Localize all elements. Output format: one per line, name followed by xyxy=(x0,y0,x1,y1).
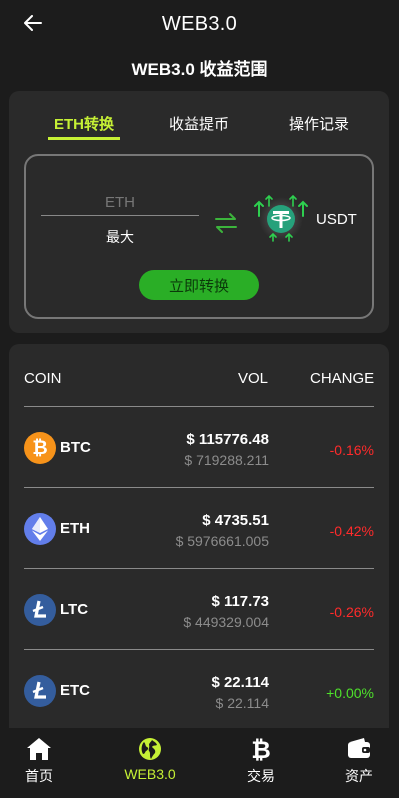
column-header-change: CHANGE xyxy=(310,370,375,387)
convert-card: ETH转换 收益提币 操作记录 最大 xyxy=(9,91,389,333)
max-button[interactable]: 最大 xyxy=(41,227,199,247)
coin-volume: $ 719288.211 xyxy=(184,452,269,468)
market-row[interactable]: ETH $ 4735.51 $ 5976661.005 -0.42% xyxy=(9,488,389,569)
coin-volume: $ 449329.004 xyxy=(183,614,269,630)
market-row[interactable]: ₿ BTC $ 115776.48 $ 719288.211 -0.16% xyxy=(9,407,389,488)
wallet-icon xyxy=(348,738,370,758)
coin-price: $ 117.73 xyxy=(211,593,269,610)
coin-symbol: LTC xyxy=(60,601,89,618)
litecoin-icon xyxy=(24,675,56,707)
nav-label: 首页 xyxy=(25,768,53,784)
tab-earnings-withdraw[interactable]: 收益提币 xyxy=(159,113,239,134)
bottom-nav: 首页 WEB3.0 ₿ 交易 资产 xyxy=(0,728,399,798)
coin-price: $ 4735.51 xyxy=(202,512,269,529)
nav-home[interactable]: 首页 xyxy=(0,736,79,786)
tab-eth-convert[interactable]: ETH转换 xyxy=(48,113,120,134)
tether-icon xyxy=(254,194,308,242)
nav-trade[interactable]: ₿ 交易 xyxy=(221,736,301,786)
coin-volume: $ 5976661.005 xyxy=(175,533,269,549)
home-icon xyxy=(27,738,51,760)
active-tab-indicator xyxy=(48,137,120,140)
svg-text:₿: ₿ xyxy=(32,438,47,459)
coin-price: $ 115776.48 xyxy=(186,431,269,448)
coin-symbol: BTC xyxy=(60,439,91,456)
market-header: COIN VOL CHANGE xyxy=(9,344,389,406)
coin-price: $ 22.114 xyxy=(211,674,269,691)
swap-arrows-icon xyxy=(215,213,237,233)
column-header-coin: COIN xyxy=(24,370,62,387)
coin-change: -0.26% xyxy=(329,604,374,620)
coin-symbol: ETH xyxy=(60,520,90,537)
tab-bar: ETH转换 收益提币 操作记录 xyxy=(9,91,389,141)
coin-change: +0.00% xyxy=(326,685,374,701)
ethereum-icon xyxy=(24,513,56,545)
coin-change: -0.16% xyxy=(329,442,374,458)
nav-label: 交易 xyxy=(247,768,275,784)
svg-text:₿: ₿ xyxy=(251,737,271,762)
market-row[interactable]: LTC $ 117.73 $ 449329.004 -0.26% xyxy=(9,569,389,650)
nav-label: 资产 xyxy=(345,768,373,784)
app-title: WEB3.0 xyxy=(161,13,238,35)
market-row[interactable]: ETC $ 22.114 $ 22.114 +0.00% xyxy=(9,650,389,731)
top-bar: WEB3.0 xyxy=(0,0,399,48)
nav-label: WEB3.0 xyxy=(124,766,176,782)
coin-symbol: ETC xyxy=(60,682,90,699)
coin-change: -0.42% xyxy=(329,523,374,539)
nav-web3[interactable]: WEB3.0 xyxy=(110,736,190,782)
market-card: COIN VOL CHANGE ₿ BTC $ 115776.48 $ 7192… xyxy=(9,344,389,744)
tab-operation-records[interactable]: 操作记录 xyxy=(279,113,359,134)
bitcoin-icon: ₿ xyxy=(251,737,271,762)
bitcoin-icon: ₿ xyxy=(24,432,56,464)
nav-assets[interactable]: 资产 xyxy=(319,736,399,786)
convert-now-button[interactable]: 立即转换 xyxy=(139,270,259,300)
globe-icon xyxy=(139,738,161,760)
convert-box: 最大 USDT 立即转换 xyxy=(24,154,374,319)
coin-volume: $ 22.114 xyxy=(215,695,269,711)
litecoin-icon xyxy=(24,594,56,626)
column-header-vol: VOL xyxy=(238,370,269,387)
usdt-label: USDT xyxy=(316,211,357,228)
eth-amount-input[interactable] xyxy=(41,190,199,216)
page-title: WEB3.0 收益范围 xyxy=(131,60,268,79)
